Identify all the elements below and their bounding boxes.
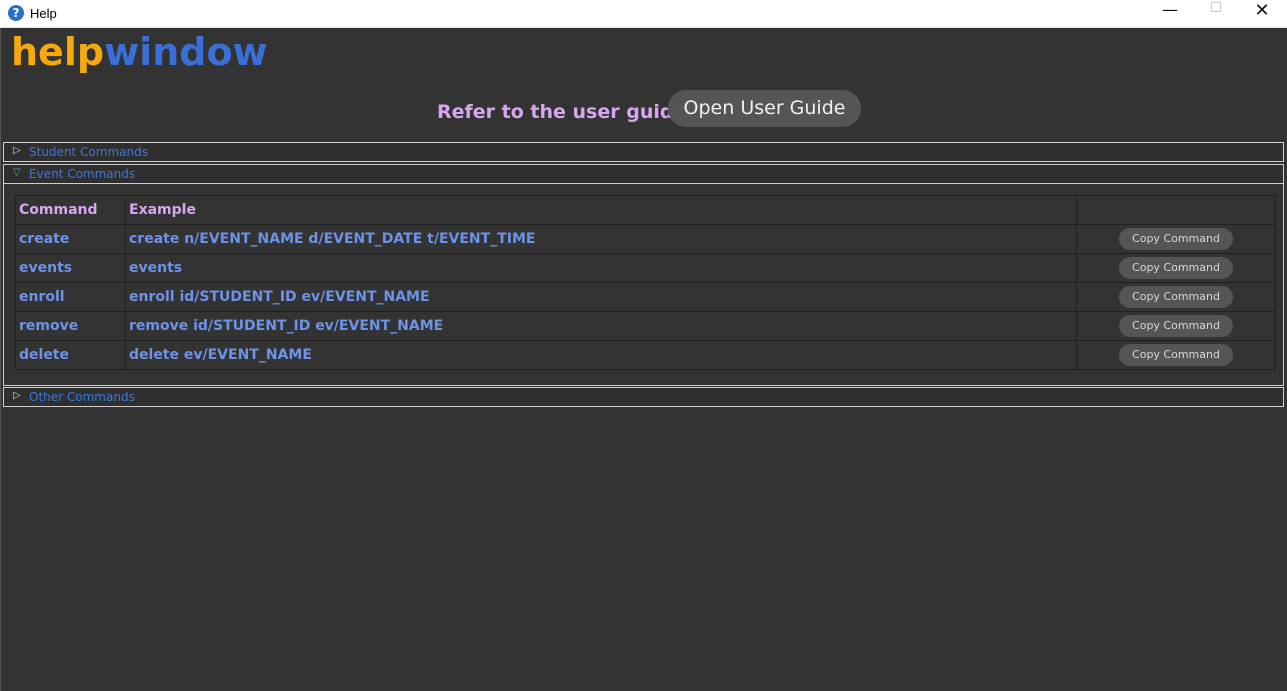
title-bar[interactable]: ? Help — ☐ ✕ (0, 0, 1287, 28)
expanded-arrow-icon: ▽ (13, 167, 21, 178)
copy-command-button[interactable]: Copy Command (1119, 315, 1233, 337)
heading-window: window (104, 30, 268, 74)
copy-command-button[interactable]: Copy Command (1119, 344, 1233, 366)
command-cell: create (15, 224, 126, 254)
example-cell: remove id/STUDENT_ID ev/EVENT_NAME (125, 311, 1077, 341)
event-commands-table: Command Example create create n/EVENT_NA… (15, 195, 1276, 370)
other-commands-pane[interactable]: ▷ Other Commands (3, 387, 1284, 407)
action-cell: Copy Command (1076, 224, 1276, 254)
example-cell: create n/EVENT_NAME d/EVENT_DATE t/EVENT… (125, 224, 1077, 254)
help-content: helpwindow Refer to the user guide: Open… (0, 28, 1287, 691)
command-cell: remove (15, 311, 126, 341)
student-commands-pane[interactable]: ▷ Student Commands (3, 142, 1284, 162)
open-user-guide-button[interactable]: Open User Guide (668, 90, 861, 127)
table-row: enroll enroll id/STUDENT_ID ev/EVENT_NAM… (15, 282, 1276, 312)
user-guide-label: Refer to the user guide: (437, 101, 694, 123)
app-heading: helpwindow (11, 30, 268, 74)
command-cell: enroll (15, 282, 126, 312)
minimize-button[interactable]: — (1147, 0, 1193, 27)
close-button[interactable]: ✕ (1239, 0, 1285, 27)
action-cell: Copy Command (1076, 282, 1276, 312)
heading-help: help (11, 30, 105, 74)
collapsed-arrow-icon: ▷ (13, 145, 21, 156)
copy-command-button[interactable]: Copy Command (1119, 257, 1233, 279)
table-row: create create n/EVENT_NAME d/EVENT_DATE … (15, 224, 1276, 254)
event-commands-pane[interactable]: ▽ Event Commands (3, 164, 1284, 184)
other-commands-title: Other Commands (29, 390, 135, 404)
help-app-icon: ? (8, 5, 24, 21)
command-cell: events (15, 253, 126, 283)
table-row: events events Copy Command (15, 253, 1276, 283)
student-commands-title: Student Commands (29, 145, 148, 159)
help-window: ? Help — ☐ ✕ helpwindow Refer to the use… (0, 0, 1287, 691)
action-cell: Copy Command (1076, 253, 1276, 283)
event-commands-body: Command Example create create n/EVENT_NA… (3, 184, 1284, 386)
command-cell: delete (15, 340, 126, 370)
maximize-button[interactable]: ☐ (1193, 0, 1239, 27)
collapsed-arrow-icon: ▷ (13, 390, 21, 401)
table-row: remove remove id/STUDENT_ID ev/EVENT_NAM… (15, 311, 1276, 341)
table-row: delete delete ev/EVENT_NAME Copy Command (15, 340, 1276, 370)
action-cell: Copy Command (1076, 311, 1276, 341)
column-header-command: Command (15, 195, 126, 225)
event-commands-title: Event Commands (29, 167, 136, 181)
action-cell: Copy Command (1076, 340, 1276, 370)
column-header-example: Example (125, 195, 1077, 225)
copy-command-button[interactable]: Copy Command (1119, 286, 1233, 308)
example-cell: enroll id/STUDENT_ID ev/EVENT_NAME (125, 282, 1077, 312)
copy-command-button[interactable]: Copy Command (1119, 228, 1233, 250)
column-header-actions (1076, 195, 1276, 225)
example-cell: delete ev/EVENT_NAME (125, 340, 1077, 370)
table-header-row: Command Example (15, 195, 1276, 225)
window-title: Help (30, 6, 57, 21)
example-cell: events (125, 253, 1077, 283)
